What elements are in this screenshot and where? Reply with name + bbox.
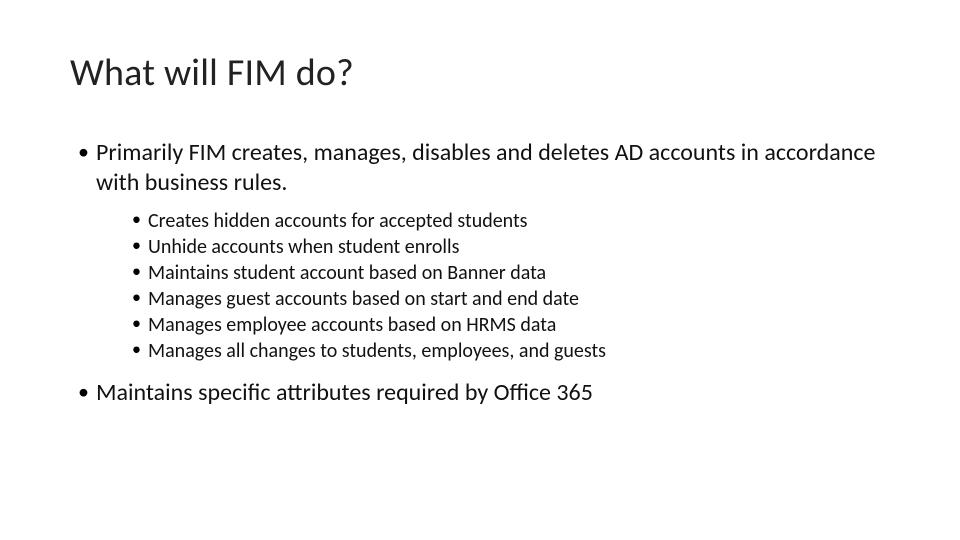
sub-list-item: Creates hidden accounts for accepted stu…: [132, 208, 890, 234]
list-item: Maintains specific attributes required b…: [78, 378, 890, 408]
sub-list-item: Maintains student account based on Banne…: [132, 260, 890, 286]
bullet-text: Maintains specific attributes required b…: [96, 378, 593, 407]
sub-list-item: Unhide accounts when student enrolls: [132, 234, 890, 260]
slide-title: What will FIM do?: [70, 50, 890, 96]
sub-list-item: Manages guest accounts based on start an…: [132, 286, 890, 312]
bullet-text: Primarily FIM creates, manages, disables…: [96, 138, 875, 197]
sub-list-item: Manages employee accounts based on HRMS …: [132, 312, 890, 338]
sub-bullet-list: Creates hidden accounts for accepted stu…: [96, 208, 890, 364]
bullet-list: Primarily FIM creates, manages, disables…: [70, 138, 890, 408]
list-item: Primarily FIM creates, manages, disables…: [78, 138, 890, 364]
sub-list-item: Manages all changes to students, employe…: [132, 338, 890, 364]
